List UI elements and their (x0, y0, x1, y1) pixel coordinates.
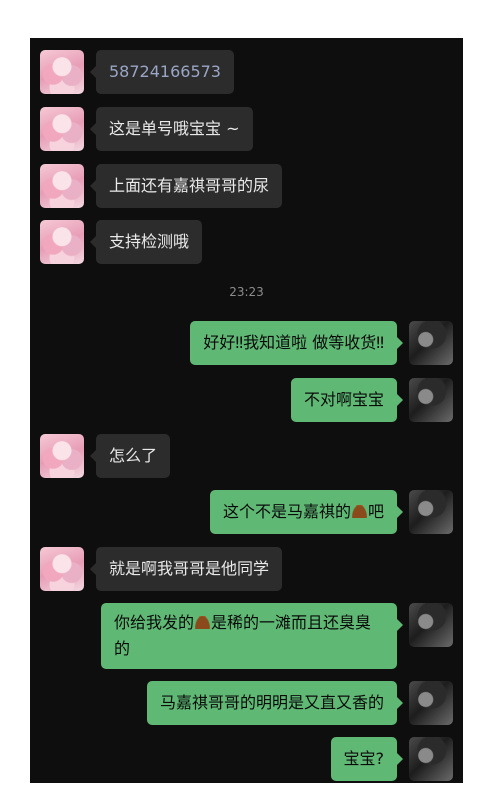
message-row-incoming: 支持检测哦 (30, 220, 463, 264)
message-bubble-outgoing[interactable]: 不对啊宝宝 (290, 378, 404, 422)
message-row-outgoing: 不对啊宝宝 (30, 378, 463, 422)
message-bubble-incoming[interactable]: 怎么了 (89, 434, 171, 478)
message-row-outgoing: 宝宝? (30, 737, 463, 781)
contact-avatar[interactable] (40, 164, 84, 208)
message-row-incoming: 58724166573 (30, 50, 463, 94)
user-avatar[interactable] (409, 603, 453, 647)
user-avatar[interactable] (409, 321, 453, 365)
message-bubble-outgoing[interactable]: 你给我发的 是稀的一滩而且还臭臭的 (101, 603, 403, 669)
message-bubble-outgoing[interactable]: 好好‼我知道啦 做等收货‼ (190, 321, 403, 365)
message-text: 吧 (367, 502, 384, 521)
message-row-incoming: 就是啊我哥哥是他同学 (30, 547, 463, 591)
contact-avatar[interactable] (40, 50, 84, 94)
message-row-outgoing: 好好‼我知道啦 做等收货‼ (30, 321, 463, 365)
chat-timestamp: 23:23 (229, 285, 264, 299)
message-row-incoming: 怎么了 (30, 434, 463, 478)
message-text: 你给我发的 (114, 613, 195, 632)
user-avatar[interactable] (409, 490, 453, 534)
message-bubble-incoming[interactable]: 这是单号哦宝宝 ~ (90, 107, 253, 151)
user-avatar[interactable] (409, 681, 453, 725)
user-avatar[interactable] (409, 737, 453, 781)
contact-avatar[interactable] (40, 107, 84, 151)
message-text: 这个不是马嘉祺的 (222, 502, 351, 521)
message-row-outgoing: 你给我发的 是稀的一滩而且还臭臭的 (30, 603, 463, 669)
pile-of-poo-icon (351, 505, 367, 518)
message-bubble-outgoing[interactable]: 马嘉祺哥哥的明明是又直又香的 (146, 681, 404, 725)
message-row-incoming: 这是单号哦宝宝 ~ (30, 107, 463, 151)
contact-avatar[interactable] (40, 220, 84, 264)
contact-avatar[interactable] (40, 434, 84, 478)
contact-avatar[interactable] (40, 547, 84, 591)
user-avatar[interactable] (409, 378, 453, 422)
message-bubble-incoming[interactable]: 上面还有嘉祺哥哥的尿 (89, 164, 283, 208)
message-bubble-incoming[interactable]: 就是啊我哥哥是他同学 (89, 547, 283, 591)
message-bubble-outgoing[interactable]: 这个不是马嘉祺的吧 (209, 490, 404, 534)
message-row-outgoing: 这个不是马嘉祺的吧 (30, 490, 463, 534)
message-bubble-incoming[interactable]: 支持检测哦 (89, 220, 203, 264)
message-bubble-incoming[interactable]: 58724166573 (90, 50, 234, 94)
message-row-incoming: 上面还有嘉祺哥哥的尿 (30, 164, 463, 208)
chat-screen: 58724166573 这是单号哦宝宝 ~ 上面还有嘉祺哥哥的尿 支持检测哦 2… (30, 38, 463, 783)
message-row-outgoing: 马嘉祺哥哥的明明是又直又香的 (30, 681, 463, 725)
pile-of-poo-icon (195, 616, 211, 629)
message-bubble-outgoing[interactable]: 宝宝? (330, 737, 403, 781)
